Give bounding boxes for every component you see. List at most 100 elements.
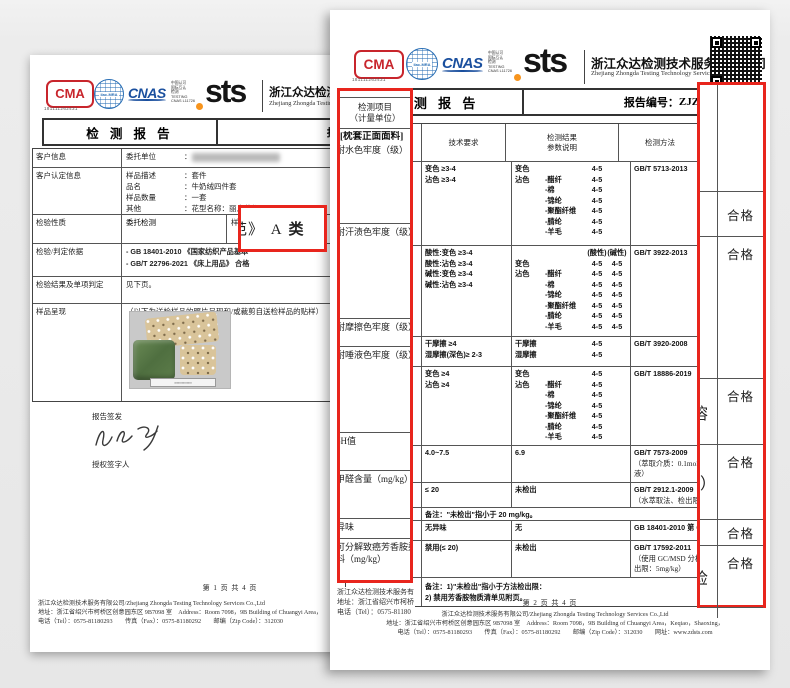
requirement-line: 无异味 xyxy=(425,523,508,534)
magnified-item-column: [枕套正面面料]耐水色牢度（级）耐汗渍色牢度（级）耐摩擦色牢度（级）耐唾液色牢度… xyxy=(340,129,410,615)
accreditation-line: CNAS L11726 xyxy=(171,99,195,104)
requirement-cell: 变色 ≥3-4沾色 ≥3-4 xyxy=(422,162,512,245)
result-value-2 xyxy=(607,206,627,217)
ilac-mra-label: ilac-MRA xyxy=(99,92,118,97)
result-value-2 xyxy=(607,380,627,391)
signature xyxy=(90,421,174,453)
header-divider xyxy=(584,50,585,84)
result-value-2 xyxy=(607,543,627,554)
result-line: 变色4-5 xyxy=(515,164,627,175)
result-cell: 变色4-5沾色-醋纤4-5-棉4-5-锦纶4-5-聚酯纤维4-5-腈纶4-5-羊… xyxy=(512,367,631,445)
requirement-cell: 禁用(≤ 20) xyxy=(422,541,512,577)
qr-finder xyxy=(711,37,722,48)
result-item: -棉 xyxy=(545,185,587,196)
result-item xyxy=(545,369,587,380)
result-label xyxy=(515,322,545,333)
result-label xyxy=(515,390,545,401)
magnified-column-header: 检测项目 （计量单位） xyxy=(340,97,410,129)
qr-code xyxy=(710,36,762,88)
requirement-line: 禁用(≤ 20) xyxy=(425,543,508,554)
row-label: 检验/判定依据 xyxy=(33,244,122,276)
result-label xyxy=(515,248,545,259)
requirement-cell: ≤ 20 xyxy=(422,483,512,507)
result-value: 4-5 xyxy=(587,432,607,443)
result-value-2 xyxy=(607,217,627,228)
sts-logo: sts xyxy=(523,42,566,81)
magnified-item-label: 耐摩擦色牢度（级） xyxy=(340,321,410,333)
result-item: -锦纶 xyxy=(545,401,587,412)
magnified-item-label: 耐唾液色牢度（级） xyxy=(340,349,410,361)
result-value: 4-5 xyxy=(587,206,607,217)
clipped-sliver-char: 溶 xyxy=(700,400,709,424)
field-key: 委托单位 xyxy=(126,151,184,162)
row-label: 客户信息 xyxy=(33,149,122,167)
inspection-type: 委托检测 xyxy=(122,215,227,243)
requirement-line: 酸性:变色 ≥3-4 xyxy=(425,248,508,259)
pass-label xyxy=(718,85,763,191)
accreditation-text: 中国认可 国际互认 检测 TESTING CNAS L11726 xyxy=(488,51,512,74)
method-sliver: g） xyxy=(700,445,718,519)
result-value: 4-5 xyxy=(587,390,607,401)
magnified-safety-class: 范》 A 类 xyxy=(241,218,306,239)
header-line: （计量单位） xyxy=(349,113,400,124)
requirement-cell: 酸性:变色 ≥3-4酸性:沾色 ≥3-4碱性:变色 ≥3-4碱性:沾色 ≥3-4 xyxy=(422,246,512,336)
method-sliver xyxy=(700,192,718,236)
result-value-2 xyxy=(607,185,627,196)
result-item: -锦纶 xyxy=(545,290,587,301)
magnified-result-cell: 合格 xyxy=(700,192,763,237)
method-sliver xyxy=(700,237,718,378)
result-line: 6.9 xyxy=(515,448,627,459)
result-cell: 变色4-5沾色-醋纤4-5-棉4-5-锦纶4-5-聚酯纤维4-5-腈纶4-5-羊… xyxy=(512,162,631,245)
header-result: 检测结果参数说明 xyxy=(506,124,619,161)
result-value-2: 4-5 xyxy=(607,322,627,333)
row-label: 样品呈现 xyxy=(33,304,122,401)
accreditation-text: 中国认可 国际互认 检测 TESTING CNAS L11726 xyxy=(171,81,195,104)
colon: ： xyxy=(184,151,192,162)
requirement-line: 酸性:沾色 ≥3-4 xyxy=(425,259,508,270)
clipped-char: 范 xyxy=(241,218,248,239)
magnified-item-cell: 耐摩擦色牢度（级） xyxy=(340,319,410,347)
magnified-item-label: 甲醛含量（mg/kg） xyxy=(340,473,410,485)
result-value: 4-5 xyxy=(587,164,607,175)
result-label xyxy=(515,185,545,196)
ilac-mra-logo: ilac-MRA xyxy=(94,79,124,109)
row-label: 客户认定信息 xyxy=(33,168,122,214)
sliver-char: 溶 xyxy=(700,400,708,424)
header-label: 检测方法 xyxy=(645,138,675,148)
result-item xyxy=(545,259,587,270)
result-line: -锦纶4-5 xyxy=(515,196,627,207)
pass-label: 合格 xyxy=(718,237,763,378)
magnified-item-cell: 可分解致癌芳香胺染料（mg/kg） xyxy=(340,539,410,592)
result-line: 未检出 xyxy=(515,485,627,496)
header-label: 检测结果 xyxy=(547,133,577,143)
result-cell: 干摩擦4-5湿摩擦4-5 xyxy=(512,337,631,366)
result-line: 干摩擦4-5 xyxy=(515,339,627,350)
magnified-footer-fragments: 浙江众达检测技术服务有 地址：浙江省绍兴市柯桥 电话（Tel）：0575-811… xyxy=(337,587,415,618)
magnified-result-cell: g）合格 xyxy=(700,445,763,520)
result-value-2 xyxy=(607,485,627,496)
magnified-result-cell xyxy=(700,608,763,618)
magnified-item-cell: pH值 xyxy=(340,433,410,471)
result-value: 4-5 xyxy=(587,280,607,291)
result-item: -羊毛 xyxy=(545,322,587,333)
result-label: 湿摩擦 xyxy=(515,350,545,361)
result-cell: (酸性)(碱性)变色4-54-5沾色-醋纤4-54-5-棉4-54-5-锦纶4-… xyxy=(512,246,631,336)
magnified-item-label: 异味 xyxy=(340,521,410,533)
result-value: 4-5 xyxy=(587,217,607,228)
result-value: 4-5 xyxy=(587,369,607,380)
result-value-2 xyxy=(607,369,627,380)
requirement-line: 沾色 ≥4 xyxy=(425,380,508,391)
method-sliver xyxy=(700,85,718,191)
result-value-2 xyxy=(607,175,627,186)
result-label: 沾色 xyxy=(515,269,545,280)
result-line: -腈纶4-54-5 xyxy=(515,311,627,322)
result-item: -棉 xyxy=(545,390,587,401)
result-value-2: 4-5 xyxy=(607,290,627,301)
magnified-conclusion-column: 合格合格溶合格g）合格合格检合格 xyxy=(700,85,763,618)
ilac-mra-logo: ilac-MRA xyxy=(406,48,438,80)
result-label xyxy=(515,411,545,422)
safety-class-value: 类 xyxy=(289,221,306,238)
field-value: 牛奶绒四件套 xyxy=(192,181,237,192)
fragment-line: 浙江众达检测技术服务有 xyxy=(337,587,415,597)
field-key: 样品数量 xyxy=(126,192,184,203)
